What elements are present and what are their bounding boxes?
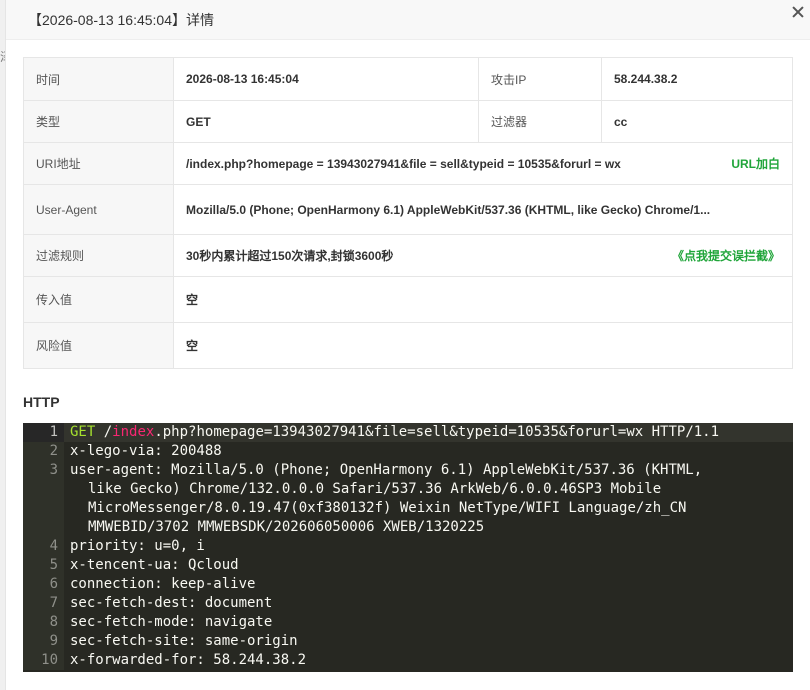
modal-title: 【2026-08-13 16:45:04】详情: [28, 11, 214, 28]
time-label: 时间: [23, 57, 174, 101]
code-rest: .php?homepage=13943027941&file=sell&type…: [154, 424, 720, 440]
line-number: 9: [23, 632, 64, 651]
code-line: 5 x-tencent-ua: Qcloud: [23, 556, 793, 575]
http-method: GET: [70, 424, 96, 440]
type-value: GET: [173, 100, 479, 143]
rule-value: 30秒内累计超过150次请求,封锁3600秒: [186, 249, 394, 263]
line-number: 10: [23, 651, 64, 670]
code-sep: /: [95, 424, 113, 440]
line-number: 7: [23, 594, 64, 613]
ip-value: 58.244.38.2: [601, 57, 793, 101]
table-row: 类型 GET 过滤器 cc: [23, 100, 793, 143]
line-number: [23, 518, 64, 537]
code-line: 8 sec-fetch-mode: navigate: [23, 613, 793, 632]
line-number: 1: [23, 423, 64, 442]
line-number: 8: [23, 613, 64, 632]
line-number: 4: [23, 537, 64, 556]
code-text: GET /index.php?homepage=13943027941&file…: [64, 423, 719, 442]
ua-cell: Mozilla/5.0 (Phone; OpenHarmony 6.1) App…: [173, 184, 793, 235]
code-text: like Gecko) Chrome/132.0.0.0 Safari/537.…: [88, 481, 662, 497]
code-line: 1 GET /index.php?homepage=13943027941&fi…: [23, 423, 793, 442]
table-row: User-Agent Mozilla/5.0 (Phone; OpenHarmo…: [23, 184, 793, 235]
type-label: 类型: [23, 100, 174, 143]
table-row: 过滤规则 30秒内累计超过150次请求,封锁3600秒 《点我提交误拦截》: [23, 234, 793, 277]
code-text: sec-fetch-site: same-origin: [70, 633, 298, 649]
report-false-positive-link[interactable]: 《点我提交误拦截》: [672, 247, 780, 264]
rule-cell: 30秒内累计超过150次请求,封锁3600秒 《点我提交误拦截》: [173, 234, 793, 277]
code-line: 2 x-lego-via: 200488: [23, 442, 793, 461]
code-text: priority: u=0, i: [70, 538, 205, 554]
filter-value: cc: [601, 100, 793, 143]
table-row: 传入值 空: [23, 276, 793, 323]
uri-value: /index.php?homepage = 13943027941&file =…: [186, 156, 621, 171]
code-line: 4 priority: u=0, i: [23, 537, 793, 556]
risk-label: 风险值: [23, 322, 174, 369]
code-text: user-agent: Mozilla/5.0 (Phone; OpenHarm…: [70, 462, 703, 478]
code-text: x-forwarded-for: 58.244.38.2: [70, 652, 307, 668]
code-text: MMWEBID/3702 MMWEBSDK/202606050006 XWEB/…: [88, 519, 485, 535]
code-text: x-lego-via: 200488: [70, 443, 222, 459]
line-number: 5: [23, 556, 64, 575]
ip-label: 攻击IP: [478, 57, 602, 101]
code-text: x-tencent-ua: Qcloud: [70, 557, 239, 573]
input-value: 空: [173, 276, 793, 323]
code-text: MicroMessenger/8.0.19.47(0xf380132f) Wei…: [88, 500, 687, 516]
line-number: 2: [23, 442, 64, 461]
detail-table: 时间 2026-08-13 16:45:04 攻击IP 58.244.38.2 …: [23, 57, 793, 369]
line-number: [23, 480, 64, 499]
code-line: 9 sec-fetch-site: same-origin: [23, 632, 793, 651]
table-row: 时间 2026-08-13 16:45:04 攻击IP 58.244.38.2: [23, 57, 793, 101]
time-value: 2026-08-13 16:45:04: [173, 57, 479, 101]
table-row: URI地址 /index.php?homepage = 13943027941&…: [23, 142, 793, 185]
http-code-block[interactable]: 1 GET /index.php?homepage=13943027941&fi…: [23, 423, 793, 672]
uri-label: URI地址: [23, 142, 174, 185]
risk-value: 空: [173, 322, 793, 369]
ua-label: User-Agent: [23, 184, 174, 235]
modal-header: 【2026-08-13 16:45:04】详情: [6, 0, 810, 40]
http-section-title: HTTP: [23, 394, 60, 410]
filter-label: 过滤器: [478, 100, 602, 143]
code-line-wrapped: like Gecko) Chrome/132.0.0.0 Safari/537.…: [23, 480, 793, 499]
line-number: [23, 499, 64, 518]
line-number: 3: [23, 461, 64, 480]
code-line: 10 x-forwarded-for: 58.244.38.2: [23, 651, 793, 670]
close-icon[interactable]: [792, 6, 804, 18]
ua-value: Mozilla/5.0 (Phone; OpenHarmony 6.1) App…: [186, 202, 711, 217]
input-label: 传入值: [23, 276, 174, 323]
url-whitelist-link[interactable]: URL加白: [731, 155, 780, 172]
code-text: sec-fetch-dest: document: [70, 595, 273, 611]
code-text: connection: keep-alive: [70, 576, 256, 592]
code-line: 6 connection: keep-alive: [23, 575, 793, 594]
code-line: 3 user-agent: Mozilla/5.0 (Phone; OpenHar…: [23, 461, 793, 480]
code-line-wrapped: MMWEBID/3702 MMWEBSDK/202606050006 XWEB/…: [23, 518, 793, 537]
uri-cell: /index.php?homepage = 13943027941&file =…: [173, 142, 793, 185]
path-token: index: [112, 424, 155, 440]
line-number: 6: [23, 575, 64, 594]
table-row: 风险值 空: [23, 322, 793, 369]
detail-modal: 【2026-08-13 16:45:04】详情 时间 2026-08-13 16…: [5, 0, 810, 690]
code-text: sec-fetch-mode: navigate: [70, 614, 273, 630]
code-line: 7 sec-fetch-dest: document: [23, 594, 793, 613]
rule-label: 过滤规则: [23, 234, 174, 277]
code-line-wrapped: MicroMessenger/8.0.19.47(0xf380132f) Wei…: [23, 499, 793, 518]
